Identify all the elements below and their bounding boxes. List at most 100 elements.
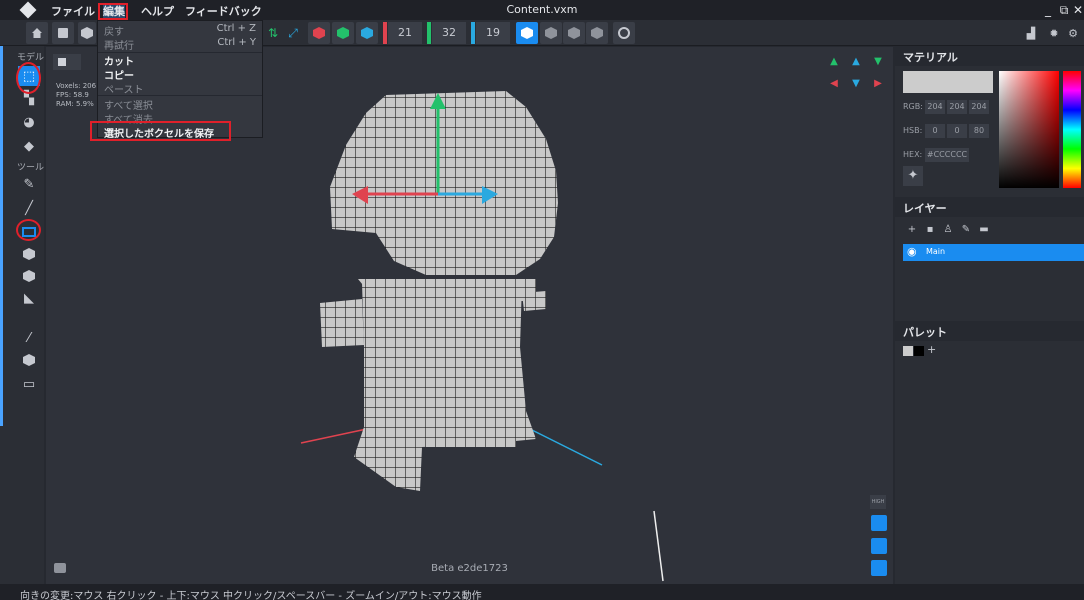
chart-icon: ▟: [1026, 26, 1036, 40]
view-wire-button[interactable]: [540, 22, 562, 44]
cube-icon: [568, 27, 580, 39]
crosshair-icon: [618, 27, 630, 39]
cube-tool-button[interactable]: [18, 244, 40, 264]
pencil-icon: ✎: [23, 176, 35, 192]
hsb-label: HSB:: [903, 126, 923, 135]
nav-down-blue-icon[interactable]: ▼: [849, 77, 863, 91]
palette-swatch-light[interactable]: [903, 346, 913, 356]
x-axis-bar: [383, 22, 387, 44]
nav-down-green-icon[interactable]: ▼: [871, 55, 885, 69]
palette-swatch-black[interactable]: [914, 346, 924, 356]
menu-undo[interactable]: 戻す: [104, 23, 124, 38]
hue-slider[interactable]: [1063, 71, 1081, 188]
close-button[interactable]: ✕: [1070, 2, 1084, 18]
red-cube-button[interactable]: [308, 22, 330, 44]
annotation-box-edit: [98, 3, 128, 20]
size-y-field[interactable]: 32: [432, 22, 466, 44]
app-window: ファイル 編集 ヘルプ フィードバック Content.vxm _ ⧉ ✕ ⇅ …: [0, 0, 1084, 600]
annotation-circle-rectangle: [16, 219, 41, 241]
line-icon: ╱: [25, 200, 33, 216]
transform-y-button[interactable]: ⇅: [262, 22, 284, 44]
stats-button[interactable]: ▟: [1020, 22, 1042, 44]
size-z-field[interactable]: 19: [476, 22, 510, 44]
voxel-icon: [23, 354, 35, 366]
size-x-field[interactable]: 21: [388, 22, 422, 44]
redo-shortcut: Ctrl + Y: [217, 37, 256, 48]
add-material-button[interactable]: ✦: [903, 166, 923, 186]
view-grid-button[interactable]: [563, 22, 585, 44]
lightbulb-icon: ✹: [1049, 26, 1059, 40]
new-model-button[interactable]: [78, 22, 96, 44]
right-panel: マテリアル RGB: 204 204 204 HSB: 0 0 80 HEX: …: [895, 46, 1084, 584]
voxel-left-arm: [320, 299, 364, 347]
eye-icon[interactable]: ◉: [907, 245, 917, 258]
nav-up-green-icon[interactable]: ▲: [827, 55, 841, 69]
nav-right-red-icon[interactable]: ▶: [871, 77, 885, 91]
duplicate-layer-icon[interactable]: ▪: [923, 224, 937, 238]
transform-x-button[interactable]: ⤢: [282, 22, 304, 44]
edit-layer-icon[interactable]: ✎: [959, 224, 973, 238]
rgb-r-field[interactable]: 204: [925, 100, 945, 114]
screen-icon: ▭: [22, 376, 36, 392]
eyedropper-icon: ⁄: [27, 330, 31, 346]
red-cube-icon: [313, 27, 325, 39]
hex-field[interactable]: #CCCCCC: [925, 148, 969, 162]
light-button[interactable]: ✹: [1043, 22, 1065, 44]
menu-paste[interactable]: ペースト: [104, 81, 144, 96]
palette-header: パレット: [895, 321, 1084, 341]
pencil-tool-button[interactable]: ✎: [18, 174, 40, 194]
add-palette-color-button[interactable]: +: [927, 343, 936, 356]
menu-select-all[interactable]: すべて選択: [104, 97, 153, 112]
voxel-tool-button[interactable]: [18, 350, 40, 370]
extrude-icon: [23, 270, 35, 282]
palette-icon: ◕: [23, 114, 35, 130]
rgb-b-field[interactable]: 204: [969, 100, 989, 114]
line-tool-button[interactable]: ╱: [18, 198, 40, 218]
menu-redo[interactable]: 再試行: [104, 37, 134, 52]
layer-row-main[interactable]: ◉ Main: [903, 244, 1084, 261]
hsb-b-field[interactable]: 80: [969, 124, 989, 138]
quality-button[interactable]: HIGH: [870, 495, 886, 509]
view-flat-button[interactable]: [586, 22, 608, 44]
view-top-button[interactable]: [871, 538, 887, 554]
nav-left-red-icon[interactable]: ◀: [827, 77, 841, 91]
view-persp-button[interactable]: [871, 515, 887, 531]
rgb-g-field[interactable]: 204: [947, 100, 967, 114]
settings-button[interactable]: ⚙: [1064, 22, 1082, 44]
section-tools-label: ツール: [17, 163, 45, 173]
z-axis-bar: [471, 22, 475, 44]
sparkle-icon: ✦: [907, 168, 919, 183]
eyedropper-tool-button[interactable]: ⁄: [18, 328, 40, 348]
color-swatch[interactable]: [903, 71, 993, 93]
save-icon: [58, 28, 68, 38]
add-layer-icon[interactable]: +: [905, 224, 919, 238]
green-cube-button[interactable]: [332, 22, 354, 44]
blue-cube-icon: [361, 27, 373, 39]
eraser-tool-button[interactable]: ◆: [18, 136, 40, 156]
merge-layer-icon[interactable]: ♙: [941, 224, 955, 238]
color-picker-square[interactable]: [999, 71, 1059, 188]
focus-button[interactable]: [613, 22, 635, 44]
blue-cube-button[interactable]: [356, 22, 378, 44]
left-toolbox: モデル ⬚ ▚ ◕ ◆ ツール ✎ ╱ ◣ ⁄ ▭: [0, 46, 44, 584]
menu-cut[interactable]: カット: [104, 53, 134, 68]
screen-tool-button[interactable]: ▭: [18, 374, 40, 394]
minimize-button[interactable]: _: [1040, 2, 1056, 18]
hsb-s-field[interactable]: 0: [947, 124, 967, 138]
annotation-box-save-selected: [90, 121, 231, 141]
nav-up-blue-icon[interactable]: ▲: [849, 55, 863, 69]
cube-icon: [521, 27, 533, 39]
extrude-tool-button[interactable]: [18, 266, 40, 286]
delete-layer-icon[interactable]: ▬: [977, 224, 991, 238]
view-solid-button[interactable]: [516, 22, 538, 44]
gear-icon: ⚙: [1068, 26, 1078, 40]
fill-tool-button[interactable]: ◣: [18, 288, 40, 308]
save-button[interactable]: [52, 22, 74, 44]
hsb-h-field[interactable]: 0: [925, 124, 945, 138]
home-icon: [32, 28, 42, 38]
fill-icon: ◣: [24, 290, 34, 306]
palette-tool-button[interactable]: ◕: [18, 112, 40, 132]
status-bar: 向きの変更:マウス 右クリック - 上下:マウス 中クリック/スペースバー - …: [0, 584, 1084, 600]
menu-copy[interactable]: コピー: [104, 67, 134, 82]
home-button[interactable]: [26, 22, 48, 44]
